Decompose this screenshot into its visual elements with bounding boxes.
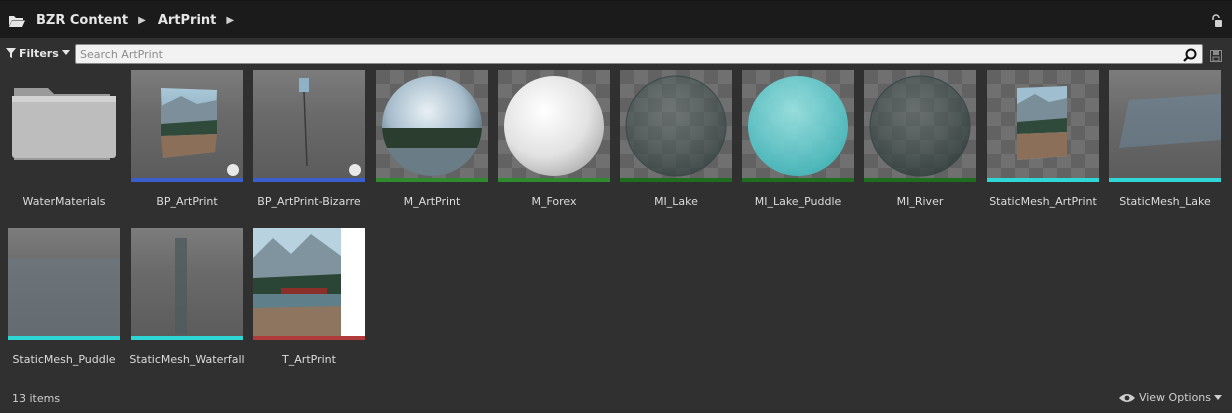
asset-thumbnail: [131, 228, 243, 340]
asset-thumbnail: [498, 70, 610, 182]
asset-label: M_Forex: [531, 195, 577, 208]
asset-type-bar: [620, 178, 732, 182]
search-input[interactable]: [80, 46, 1170, 62]
asset-type-bar: [864, 178, 976, 182]
filter-bar: Filters: [0, 41, 1232, 65]
asset-thumbnail: [131, 70, 243, 182]
asset-type-bar: [376, 178, 488, 182]
breadcrumb-arrow-icon[interactable]: ▶: [138, 15, 146, 26]
breadcrumb: BZR Content ▶ ArtPrint ▶: [8, 10, 246, 30]
asset-thumbnail: [620, 70, 732, 182]
view-options-label: View Options: [1138, 391, 1211, 404]
asset-type-bar: [253, 178, 365, 182]
asset-thumbnail: [742, 70, 854, 182]
asset-label: MI_River: [896, 195, 944, 208]
breadcrumb-root[interactable]: BZR Content: [36, 13, 128, 28]
lock-icon[interactable]: [1210, 13, 1222, 32]
asset-thumbnail: [253, 70, 365, 182]
folder-open-icon: [8, 13, 26, 27]
caret-down-icon: [1214, 394, 1222, 400]
asset-type-bar: [1109, 178, 1221, 182]
asset-label: WaterMaterials: [22, 195, 106, 208]
asset-thumbnail: [1109, 70, 1221, 182]
filters-label: Filters: [19, 46, 59, 60]
breadcrumb-arrow-icon[interactable]: ▶: [226, 15, 234, 26]
asset-label: M_ArtPrint: [403, 195, 461, 208]
asset-type-bar: [498, 178, 610, 182]
asset-label: MI_Lake: [654, 195, 698, 208]
filters-button[interactable]: Filters: [6, 44, 70, 62]
asset-thumbnail: [864, 70, 976, 182]
asset-label: T_ArtPrint: [282, 353, 336, 366]
asset-type-bar: [742, 178, 854, 182]
asset-type-bar: [8, 336, 120, 340]
asset-type-bar: [987, 178, 1099, 182]
asset-label: StaticMesh_Lake: [1119, 195, 1211, 208]
breadcrumb-current[interactable]: ArtPrint: [158, 13, 217, 28]
asset-label: BP_ArtPrint-Bizarre: [257, 195, 361, 208]
search-icon[interactable]: [1183, 47, 1197, 66]
save-search-icon[interactable]: [1210, 47, 1222, 66]
asset-type-bar: [131, 336, 243, 340]
folder-icon: [8, 70, 120, 182]
caret-down-icon: [61, 50, 70, 55]
asset-type-bar: [131, 178, 243, 182]
asset-type-bar: [253, 336, 365, 340]
asset-thumbnail: [253, 228, 365, 340]
view-options-button[interactable]: View Options: [1118, 391, 1222, 404]
search-box[interactable]: [75, 44, 1203, 64]
asset-label: StaticMesh_Waterfall: [129, 353, 245, 366]
item-count: 13 items: [12, 392, 61, 405]
asset-label: BP_ArtPrint: [156, 195, 218, 208]
asset-label: StaticMesh_ArtPrint: [989, 195, 1097, 208]
funnel-icon: [6, 48, 16, 58]
asset-thumbnail: [987, 70, 1099, 182]
asset-thumbnail: [376, 70, 488, 182]
asset-thumbnail: [8, 228, 120, 340]
eye-icon: [1118, 393, 1135, 402]
asset-label: MI_Lake_Puddle: [754, 195, 842, 208]
asset-label: StaticMesh_Puddle: [12, 353, 116, 366]
path-bar: BZR Content ▶ ArtPrint ▶: [0, 0, 1232, 38]
